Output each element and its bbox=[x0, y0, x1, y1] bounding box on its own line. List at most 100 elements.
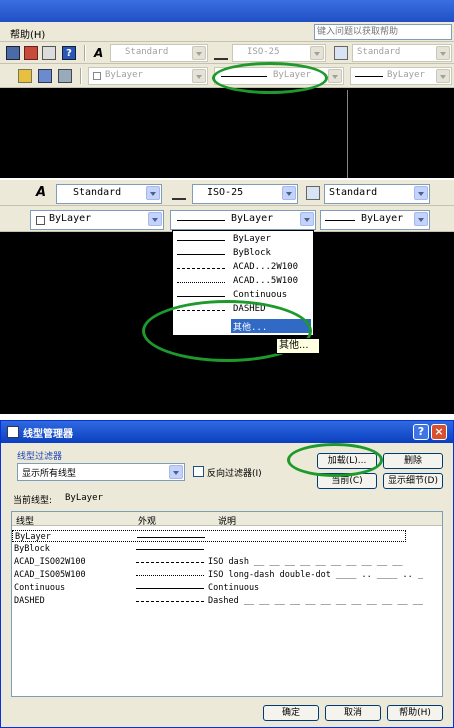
table-row[interactable]: ByBlock bbox=[12, 543, 452, 555]
canvas-divider bbox=[347, 90, 348, 178]
chevron-down-icon[interactable] bbox=[414, 212, 428, 226]
help-button-title[interactable]: ? bbox=[413, 424, 429, 440]
linetype-sample bbox=[177, 268, 225, 269]
appearance-sample bbox=[136, 562, 204, 563]
linetype-sample bbox=[177, 254, 225, 255]
text-style-select[interactable]: Standard bbox=[56, 184, 162, 204]
show-details-button[interactable]: 显示细节(D) bbox=[383, 473, 443, 489]
color-select[interactable]: ByLayer bbox=[30, 210, 164, 230]
toolbar-separator bbox=[80, 68, 82, 84]
chevron-down-icon[interactable] bbox=[436, 46, 450, 60]
layer-previous-icon[interactable] bbox=[38, 69, 52, 83]
chevron-down-icon[interactable] bbox=[414, 186, 428, 200]
highlight-ring bbox=[212, 62, 328, 94]
tooltip: 其他... bbox=[276, 338, 320, 354]
highlight-ring bbox=[287, 443, 383, 477]
save-icon[interactable] bbox=[6, 46, 20, 60]
app-icon bbox=[7, 426, 19, 438]
linetype-filter-select[interactable]: 显示所有线型 bbox=[17, 463, 185, 481]
panel-middle: A Standard ISO-25 Standard ByLayer ByLay… bbox=[0, 180, 454, 414]
linetype-sample bbox=[177, 220, 225, 221]
linetype-sample bbox=[177, 296, 225, 297]
column-header-description[interactable]: 说明 bbox=[218, 514, 236, 527]
color-swatch bbox=[36, 216, 45, 225]
appearance-sample bbox=[136, 588, 204, 589]
panel-top: 帮助(H) ? A Standard ISO-25 Standard ByLay… bbox=[0, 0, 454, 178]
chevron-down-icon[interactable] bbox=[192, 46, 206, 60]
delete-button[interactable]: 删除 bbox=[383, 453, 443, 469]
chevron-down-icon[interactable] bbox=[328, 69, 342, 83]
cancel-button[interactable]: 取消 bbox=[325, 705, 381, 721]
table-row[interactable]: ACAD_ISO05W100 ISO long-dash double-dot … bbox=[12, 569, 452, 581]
color-swatch bbox=[93, 72, 101, 80]
dialog-title: 线型管理器 bbox=[23, 429, 73, 440]
appearance-sample bbox=[136, 575, 204, 576]
table-style-icon[interactable] bbox=[306, 186, 320, 200]
dim-style-icon[interactable] bbox=[172, 186, 186, 200]
chevron-down-icon[interactable] bbox=[310, 46, 324, 60]
linetype-manager-dialog: 线型管理器 ? × 线型过滤器 显示所有线型 反向过滤器(I) 加载(L)...… bbox=[0, 420, 454, 728]
list-item[interactable]: ACAD...5W100 bbox=[173, 275, 299, 289]
lineweight-sample bbox=[355, 76, 383, 77]
toolbar-separator bbox=[84, 45, 86, 61]
help-icon[interactable]: ? bbox=[62, 46, 76, 60]
dim-style-select[interactable]: ISO-25 bbox=[232, 44, 326, 62]
chevron-down-icon[interactable] bbox=[436, 69, 450, 83]
styles-toolbar-top: ? A Standard ISO-25 Standard bbox=[0, 42, 454, 64]
chevron-down-icon[interactable] bbox=[282, 186, 296, 200]
table-style-icon[interactable] bbox=[334, 46, 348, 60]
list-item[interactable]: ByLayer bbox=[173, 233, 299, 247]
chevron-down-icon[interactable] bbox=[169, 465, 183, 479]
text-style-icon[interactable]: A bbox=[94, 46, 108, 60]
invert-filter-label: 反向过滤器(I) bbox=[207, 469, 262, 479]
table-row[interactable]: ACAD_ISO02W100 ISO dash __ __ __ __ __ _… bbox=[12, 556, 452, 568]
title-strip bbox=[0, 0, 454, 22]
current-linetype-label: 当前线型: bbox=[13, 496, 53, 506]
list-header: 线型 外观 说明 bbox=[12, 512, 442, 527]
color-select[interactable]: ByLayer bbox=[88, 67, 208, 85]
filter-group-label: 线型过滤器 bbox=[17, 452, 63, 462]
table-row[interactable]: DASHED Dashed __ __ __ __ __ __ __ __ __… bbox=[12, 595, 452, 607]
layers-icon[interactable] bbox=[24, 46, 38, 60]
help-button[interactable]: 帮助(H) bbox=[387, 705, 443, 721]
dim-style-select[interactable]: ISO-25 bbox=[192, 184, 298, 204]
chevron-down-icon[interactable] bbox=[192, 69, 206, 83]
tool-palette-icon[interactable] bbox=[42, 46, 56, 60]
styles-toolbar-middle: A Standard ISO-25 Standard bbox=[0, 180, 454, 206]
close-icon[interactable]: × bbox=[431, 424, 447, 440]
appearance-sample bbox=[136, 601, 204, 602]
linetype-select[interactable]: ByLayer bbox=[170, 210, 316, 230]
column-header-linetype[interactable]: 线型 bbox=[16, 514, 34, 527]
lineweight-select[interactable]: ByLayer bbox=[350, 67, 452, 85]
table-style-select[interactable]: Standard bbox=[324, 184, 430, 204]
properties-toolbar-middle: ByLayer ByLayer ByLayer bbox=[0, 206, 454, 232]
chevron-down-icon[interactable] bbox=[148, 212, 162, 226]
column-header-appearance[interactable]: 外观 bbox=[138, 514, 156, 527]
list-item[interactable]: ACAD...2W100 bbox=[173, 261, 299, 275]
text-style-icon[interactable]: A bbox=[36, 186, 50, 200]
table-row[interactable]: Continuous Continuous bbox=[12, 582, 452, 594]
menu-bar: 帮助(H) bbox=[0, 22, 454, 42]
appearance-sample bbox=[136, 549, 204, 550]
linetype-sample bbox=[177, 282, 225, 283]
chevron-down-icon[interactable] bbox=[300, 212, 314, 226]
menu-help[interactable]: 帮助(H) bbox=[10, 26, 45, 41]
list-item[interactable]: ByBlock bbox=[173, 247, 299, 261]
layer-iso-icon[interactable] bbox=[58, 69, 72, 83]
current-linetype-value: ByLayer bbox=[65, 493, 103, 503]
linetype-sample bbox=[177, 240, 225, 241]
chevron-down-icon[interactable] bbox=[146, 186, 160, 200]
help-search-input[interactable] bbox=[314, 24, 452, 40]
lineweight-sample bbox=[325, 220, 355, 221]
lineweight-select[interactable]: ByLayer bbox=[320, 210, 430, 230]
dim-style-icon[interactable] bbox=[214, 46, 228, 60]
dialog-titlebar: 线型管理器 ? × bbox=[1, 421, 453, 443]
layer-state-icon[interactable] bbox=[18, 69, 32, 83]
table-style-select[interactable]: Standard bbox=[352, 44, 452, 62]
text-style-select[interactable]: Standard bbox=[110, 44, 208, 62]
invert-filter-checkbox[interactable] bbox=[193, 466, 204, 477]
ok-button[interactable]: 确定 bbox=[263, 705, 319, 721]
table-row-selected[interactable]: ByLayer bbox=[12, 530, 406, 542]
linetype-list: 线型 外观 说明 ByLayer ByBlock ACAD_ISO02W100 … bbox=[11, 511, 443, 697]
appearance-sample bbox=[137, 537, 205, 538]
